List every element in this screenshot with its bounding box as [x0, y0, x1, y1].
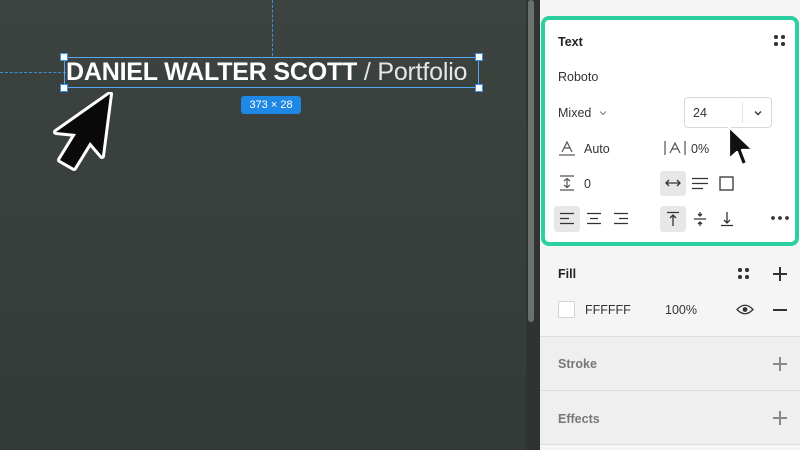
large-cursor-icon [53, 92, 113, 171]
align-left-icon [560, 212, 574, 225]
add-fill-plus-icon[interactable] [773, 267, 787, 281]
auto-height-icon[interactable] [691, 177, 709, 190]
fill-color-swatch[interactable] [558, 301, 575, 318]
stroke-section-title: Stroke [558, 357, 597, 371]
text-layer-bold-part: DANIEL WALTER SCOTT [66, 58, 358, 86]
remove-fill-minus-icon[interactable] [773, 309, 787, 311]
fixed-size-icon[interactable] [719, 176, 734, 191]
paragraph-spacing-value[interactable]: 0 [584, 177, 591, 191]
align-top-icon [667, 211, 679, 226]
letter-spacing-icon [664, 141, 686, 155]
align-bottom-icon[interactable] [719, 211, 735, 227]
fill-opacity-value[interactable]: 100% [665, 303, 697, 317]
add-effect-plus-icon[interactable] [773, 411, 787, 425]
font-weight-value: Mixed [558, 106, 592, 120]
align-middle-icon[interactable] [692, 211, 708, 227]
font-size-chevron-down-icon[interactable] [752, 107, 764, 119]
resize-handle-bottom-right[interactable] [475, 84, 483, 92]
bottom-divider [540, 444, 800, 445]
text-styles-four-dots-icon[interactable] [774, 35, 786, 47]
letter-spacing-value[interactable]: 0% [691, 142, 709, 156]
text-layer-light-part: / Portfolio [363, 58, 468, 86]
vertical-guide-line [272, 0, 273, 56]
font-size-value: 24 [693, 106, 707, 120]
resize-handle-top-right[interactable] [475, 53, 483, 61]
text-section-title: Text [558, 35, 583, 49]
font-weight-chevron-down-icon [599, 111, 607, 116]
font-family-select[interactable]: Roboto [558, 70, 598, 84]
canvas-text-layer[interactable]: DANIEL WALTER SCOTT / Portfolio [66, 58, 467, 86]
mouse-cursor-icon [727, 125, 755, 167]
line-height-icon [559, 140, 575, 156]
fill-hex-value[interactable]: FFFFFF [585, 303, 631, 317]
align-center-icon[interactable] [586, 212, 602, 225]
fill-styles-four-dots-icon[interactable] [738, 268, 750, 280]
paragraph-spacing-icon [560, 175, 574, 191]
dimensions-badge: 373 × 28 [241, 96, 301, 114]
eye-icon[interactable] [736, 303, 754, 316]
font-size-divider [742, 102, 743, 123]
horizontal-guide-line [0, 72, 66, 73]
auto-width-icon [665, 179, 681, 187]
fill-section-title: Fill [558, 267, 577, 281]
effects-section-title: Effects [558, 412, 600, 426]
line-height-value[interactable]: Auto [584, 142, 610, 156]
canvas-scrollbar[interactable] [528, 0, 534, 322]
align-right-icon[interactable] [613, 212, 629, 225]
more-options-icon[interactable] [770, 215, 790, 221]
font-weight-select[interactable]: Mixed [558, 106, 591, 120]
add-stroke-plus-icon[interactable] [773, 357, 787, 371]
